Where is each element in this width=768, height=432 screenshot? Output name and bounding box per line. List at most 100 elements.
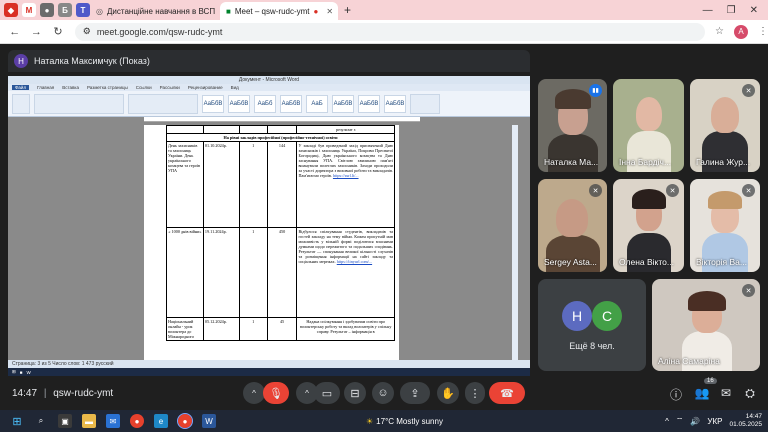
raise-hand-button[interactable]: ✋ — [437, 382, 459, 404]
chat-icon[interactable]: ✉ — [718, 386, 734, 400]
cell-link[interactable]: https://tinyurl.com/... — [337, 259, 372, 264]
activities-icon[interactable]: ⛭ — [742, 386, 758, 401]
participant-name: Аліна Самаріна — [658, 356, 720, 366]
bookmark-star-icon[interactable]: ☆ — [715, 26, 724, 37]
chrome-icon[interactable]: ● — [177, 413, 193, 429]
participant-name: Галина Жур... — [696, 157, 751, 167]
close-window-icon[interactable]: ✕ — [750, 5, 758, 16]
mic-toggle-button[interactable]: 🎙 — [263, 382, 289, 404]
meeting-controls: 14:47 | qsw-rudc-ymt ^ 🎙 ^ ▭ ⊟ ☺ ⇪ ✋ ⋮ ☎… — [0, 376, 768, 410]
participant-name: Олена Вікто... — [619, 257, 674, 267]
weather-widget[interactable]: ☀ 17°C Mostly sunny — [366, 417, 443, 426]
mail-icon[interactable]: ✉ — [106, 414, 120, 428]
clock-time: 14:47 — [745, 413, 762, 420]
windows-start-icon[interactable]: ⊞ — [10, 414, 24, 428]
more-options-button[interactable]: ⋮ — [465, 382, 485, 404]
hand-icon: ✋ — [441, 387, 455, 400]
participant-tile[interactable]: ▮▮ Наталка Ма... — [538, 79, 607, 172]
shared-screen: Документ - Microsoft Word Файл Главная В… — [8, 76, 530, 372]
avatar: H — [562, 301, 592, 331]
info-icon[interactable]: ⓘ — [668, 386, 684, 403]
keyboard-language[interactable]: УКР — [707, 417, 722, 426]
new-tab-icon[interactable]: + — [344, 3, 351, 17]
emoji-button[interactable]: ☺ — [372, 382, 394, 404]
windows-icon: ⊞ — [12, 369, 16, 374]
table-cell: 01.10.2024р. — [202, 141, 240, 228]
camera-icon: ▭ — [321, 387, 333, 400]
camera-toggle-button[interactable]: ▭ — [314, 382, 340, 404]
captions-button[interactable]: ⊟ — [344, 382, 366, 404]
reload-icon[interactable]: ↻ — [51, 25, 65, 38]
forward-icon[interactable]: → — [30, 26, 44, 38]
bookmark-icon[interactable]: Б — [58, 3, 72, 17]
gmail-icon[interactable]: M — [22, 3, 36, 17]
red-app-icon[interactable]: ◆ — [4, 3, 18, 17]
wifi-icon[interactable]: ⌔ — [676, 416, 684, 426]
others-tile[interactable]: H C Ещё 8 чел. — [538, 279, 646, 371]
tab-meet[interactable]: ■ Meet – qsw-rudc-ymt ● ✕ — [220, 2, 338, 20]
people-icon[interactable]: 👥 — [694, 386, 710, 400]
others-count: Ещё 8 чел. — [569, 341, 615, 351]
close-icon[interactable]: ✕ — [326, 7, 333, 16]
participant-tile[interactable]: ✕ Галина Жур... — [690, 79, 760, 172]
tab-distance-learning[interactable]: ◎ Дистанційне навчання в ВСП ✕ — [90, 2, 226, 20]
meet-icon: ■ — [19, 369, 23, 375]
task-view-icon[interactable]: ▣ — [58, 414, 72, 428]
participant-tile[interactable]: ✕ Олена Вікто... — [613, 179, 684, 272]
minimize-icon[interactable]: — — [703, 5, 713, 16]
table-cell: 45 — [266, 317, 298, 341]
search-icon[interactable]: ⌕ — [34, 414, 48, 428]
address-bar: ← → ↻ ⚙ meet.google.com/qsw-rudc-ymt ☆ A… — [0, 20, 768, 44]
document-table: результат з На рівні закладів професійно… — [166, 125, 395, 341]
style-item: АаБбВ — [228, 94, 250, 113]
leave-call-button[interactable]: ☎ — [489, 382, 525, 404]
present-button[interactable]: ⇪ — [400, 382, 430, 404]
participant-tile[interactable]: ✕ Аліна Самаріна — [652, 279, 760, 371]
teams-icon[interactable]: T — [76, 3, 90, 17]
menu-icon[interactable]: ⋮ — [758, 26, 768, 37]
window-controls: — ❐ ✕ — [703, 5, 768, 16]
site-info-icon[interactable]: ⚙ — [83, 26, 91, 37]
document-page: результат з На рівні закладів професійно… — [144, 125, 399, 372]
avatar[interactable]: A — [734, 24, 749, 39]
document-scrollbar — [512, 125, 518, 372]
table-cell: « 1000 днів війни» — [166, 227, 204, 318]
participant-tile[interactable]: ✕ Sergey Asta... — [538, 179, 607, 272]
style-item: АаБбВ — [384, 94, 406, 113]
tab-label: Meet – qsw-rudc-ymt — [234, 6, 310, 16]
meeting-time-code: 14:47 | qsw-rudc-ymt — [12, 388, 114, 399]
table-cell: 450 — [266, 227, 298, 318]
table-cell: Національний онлайн - урок волонтера до … — [166, 317, 204, 341]
table-cell: 05.12.2024р. — [202, 317, 240, 341]
present-icon: ⇪ — [410, 387, 420, 400]
url-input[interactable]: ⚙ meet.google.com/qsw-rudc-ymt — [74, 22, 706, 41]
table-cell: результат з — [296, 125, 395, 134]
clock[interactable]: 14:47 01.05.2025 — [729, 413, 762, 429]
word-icon[interactable]: W — [202, 414, 216, 428]
ribbon-tab: Рассылки — [159, 85, 180, 90]
globe-icon: ◎ — [96, 6, 103, 16]
maximize-icon[interactable]: ❐ — [727, 5, 736, 16]
ruler — [144, 117, 420, 122]
volume-icon[interactable]: 🔊 — [690, 417, 700, 426]
file-explorer-icon[interactable]: ▬ — [82, 414, 96, 428]
system-tray: ^ ⌔ 🔊 УКР 14:47 01.05.2025 — [665, 413, 768, 429]
edge-icon[interactable]: e — [154, 414, 168, 428]
style-item: АаБб — [254, 94, 276, 113]
table-cell: 1 — [238, 141, 268, 228]
participant-name: Sergey Asta... — [544, 257, 597, 267]
chevron-up-icon[interactable]: ^ — [665, 417, 669, 426]
participant-tile[interactable]: Інна Бардіч... — [613, 79, 684, 172]
dot-icon[interactable]: ● — [40, 3, 54, 17]
chrome-icon[interactable]: ● — [130, 414, 144, 428]
style-item: АаБбВ — [332, 94, 354, 113]
participant-tile[interactable]: ✕ Вікторія Ва... — [690, 179, 760, 272]
table-cell: У закладі був проведений захід присвячен… — [296, 141, 395, 228]
word-ribbon: АаБбВ АаБбВ АаБб АаБбВ АаБ АаБбВ АаБбВ А… — [8, 91, 530, 117]
back-icon[interactable]: ← — [8, 26, 22, 38]
mic-off-icon: ✕ — [589, 184, 602, 197]
mic-options-button[interactable]: ^ — [243, 382, 265, 404]
cell-link[interactable]: https://surl.li/... — [333, 173, 359, 178]
section-heading: На рівні закладів професійної (професійн… — [166, 133, 395, 142]
word-icon: W — [26, 369, 31, 375]
